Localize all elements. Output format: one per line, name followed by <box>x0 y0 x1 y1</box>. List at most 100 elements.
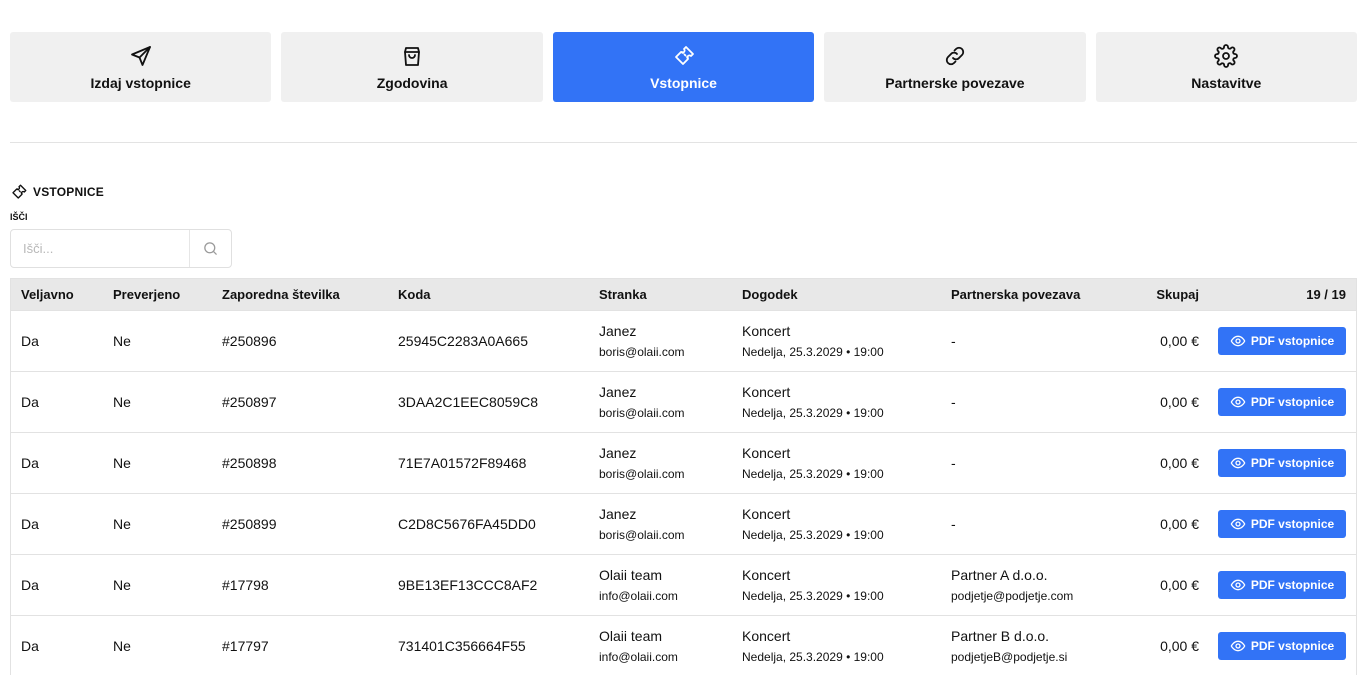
search-label: IŠČI <box>10 212 28 222</box>
pdf-button-label: PDF vstopnice <box>1250 578 1335 592</box>
event-date: Nedelja, 25.3.2029 • 19:00 <box>742 405 884 420</box>
tab-partnerske-povezave[interactable]: Partnerske povezave <box>824 32 1086 102</box>
results-count: 19 / 19 <box>1306 287 1346 302</box>
cell-action: PDF vstopnice <box>1218 372 1346 432</box>
partner-name: - <box>951 454 956 471</box>
link-icon <box>942 43 968 69</box>
shopping-bag-icon <box>399 43 425 69</box>
cell-skupaj: 0,00 € <box>1160 638 1199 654</box>
header-koda[interactable]: Koda <box>398 279 431 310</box>
cell-zaporedna-stevilka: #17797 <box>222 638 269 654</box>
cell-action: PDF vstopnice <box>1218 616 1346 675</box>
pdf-button-label: PDF vstopnice <box>1250 517 1335 531</box>
tab-label: Zgodovina <box>376 75 448 91</box>
tab-izdaj-vstopnice[interactable]: Izdaj vstopnice <box>10 32 272 102</box>
cell-preverjeno: Ne <box>113 333 131 349</box>
cell-veljavno: Da <box>21 394 39 410</box>
pdf-ticket-button[interactable]: PDF vstopnice <box>1218 388 1346 416</box>
header-zaporedna-stevilka[interactable]: Zaporedna številka <box>222 279 340 310</box>
cell-stranka: Olaii team info@olaii.com <box>599 616 678 675</box>
partner-email: podjetje@podjetje.com <box>951 588 1074 603</box>
tab-label: Partnerske povezave <box>885 75 1025 91</box>
cell-koda: 731401C356664F55 <box>398 638 526 654</box>
tab-nastavitve[interactable]: Nastavitve <box>1095 32 1358 102</box>
header-dogodek[interactable]: Dogodek <box>742 279 798 310</box>
section-title-text: VSTOPNICE <box>33 185 104 199</box>
table-row: Da Ne #250898 71E7A01572F89468 Janez bor… <box>11 432 1356 493</box>
cell-koda: C2D8C5676FA45DD0 <box>398 516 536 532</box>
eye-icon <box>1230 579 1246 591</box>
cell-stranka: Janez boris@olaii.com <box>599 433 685 493</box>
customer-email: boris@olaii.com <box>599 466 685 481</box>
eye-icon <box>1230 518 1246 530</box>
cell-zaporedna-stevilka: #250899 <box>222 516 277 532</box>
search-input[interactable] <box>11 230 189 267</box>
ticket-icon <box>671 43 697 69</box>
tab-label: Nastavitve <box>1191 75 1262 91</box>
cell-partnerska-povezava: - <box>951 494 956 554</box>
cell-dogodek: Koncert Nedelja, 25.3.2029 • 19:00 <box>742 494 884 554</box>
cell-dogodek: Koncert Nedelja, 25.3.2029 • 19:00 <box>742 372 884 432</box>
send-icon <box>128 43 154 69</box>
tab-label: Izdaj vstopnice <box>90 75 191 91</box>
cell-preverjeno: Ne <box>113 516 131 532</box>
eye-icon <box>1230 640 1246 652</box>
eye-icon <box>1230 335 1246 347</box>
table-row: Da Ne #17798 9BE13EF13CCC8AF2 Olaii team… <box>11 554 1356 615</box>
search-button[interactable] <box>189 230 231 267</box>
event-name: Koncert <box>742 505 791 522</box>
partner-email: podjetjeB@podjetje.si <box>951 649 1068 664</box>
table-row: Da Ne #250897 3DAA2C1EEC8059C8 Janez bor… <box>11 371 1356 432</box>
pdf-ticket-button[interactable]: PDF vstopnice <box>1218 571 1346 599</box>
customer-name: Janez <box>599 505 637 522</box>
table-row: Da Ne #17797 731401C356664F55 Olaii team… <box>11 615 1356 675</box>
event-date: Nedelja, 25.3.2029 • 19:00 <box>742 344 884 359</box>
event-name: Koncert <box>742 444 791 461</box>
header-veljavno[interactable]: Veljavno <box>21 279 74 310</box>
event-date: Nedelja, 25.3.2029 • 19:00 <box>742 649 884 664</box>
pdf-ticket-button[interactable]: PDF vstopnice <box>1218 510 1346 538</box>
eye-icon <box>1230 396 1246 408</box>
cell-partnerska-povezava: - <box>951 311 956 371</box>
main-tabs: Izdaj vstopnice Zgodovina Vstopnice Part… <box>10 32 1358 102</box>
search-box <box>10 229 232 268</box>
header-skupaj[interactable]: Skupaj <box>1156 279 1199 310</box>
cell-koda: 3DAA2C1EEC8059C8 <box>398 394 539 410</box>
pdf-ticket-button[interactable]: PDF vstopnice <box>1218 632 1346 660</box>
cell-skupaj: 0,00 € <box>1160 455 1199 471</box>
tab-zgodovina[interactable]: Zgodovina <box>281 32 543 102</box>
event-date: Nedelja, 25.3.2029 • 19:00 <box>742 588 884 603</box>
partner-name: - <box>951 515 956 532</box>
header-stranka[interactable]: Stranka <box>599 279 647 310</box>
event-name: Koncert <box>742 322 791 339</box>
eye-icon <box>1230 457 1246 469</box>
header-preverjeno[interactable]: Preverjeno <box>113 279 180 310</box>
cell-veljavno: Da <box>21 455 39 471</box>
header-partnerska-povezava[interactable]: Partnerska povezava <box>951 279 1080 310</box>
customer-name: Olaii team <box>599 566 663 583</box>
customer-name: Olaii team <box>599 627 663 644</box>
table-row: Da Ne #250899 C2D8C5676FA45DD0 Janez bor… <box>11 493 1356 554</box>
cell-preverjeno: Ne <box>113 394 131 410</box>
cell-stranka: Olaii team info@olaii.com <box>599 555 678 615</box>
customer-name: Janez <box>599 322 637 339</box>
customer-email: boris@olaii.com <box>599 405 685 420</box>
cell-preverjeno: Ne <box>113 638 131 654</box>
cell-partnerska-povezava: - <box>951 372 956 432</box>
pdf-ticket-button[interactable]: PDF vstopnice <box>1218 327 1346 355</box>
pdf-ticket-button[interactable]: PDF vstopnice <box>1218 449 1346 477</box>
search-icon <box>204 242 217 255</box>
cell-skupaj: 0,00 € <box>1160 394 1199 410</box>
event-name: Koncert <box>742 383 791 400</box>
cell-stranka: Janez boris@olaii.com <box>599 311 685 371</box>
gear-icon <box>1213 43 1239 69</box>
ticket-icon <box>12 184 27 199</box>
cell-veljavno: Da <box>21 333 39 349</box>
cell-skupaj: 0,00 € <box>1160 333 1199 349</box>
cell-partnerska-povezava: - <box>951 433 956 493</box>
cell-koda: 25945C2283A0A665 <box>398 333 529 349</box>
cell-zaporedna-stevilka: #250898 <box>222 455 277 471</box>
tab-vstopnice[interactable]: Vstopnice <box>552 32 815 102</box>
cell-partnerska-povezava: Partner B d.o.o. podjetjeB@podjetje.si <box>951 616 1067 675</box>
customer-name: Janez <box>599 383 637 400</box>
